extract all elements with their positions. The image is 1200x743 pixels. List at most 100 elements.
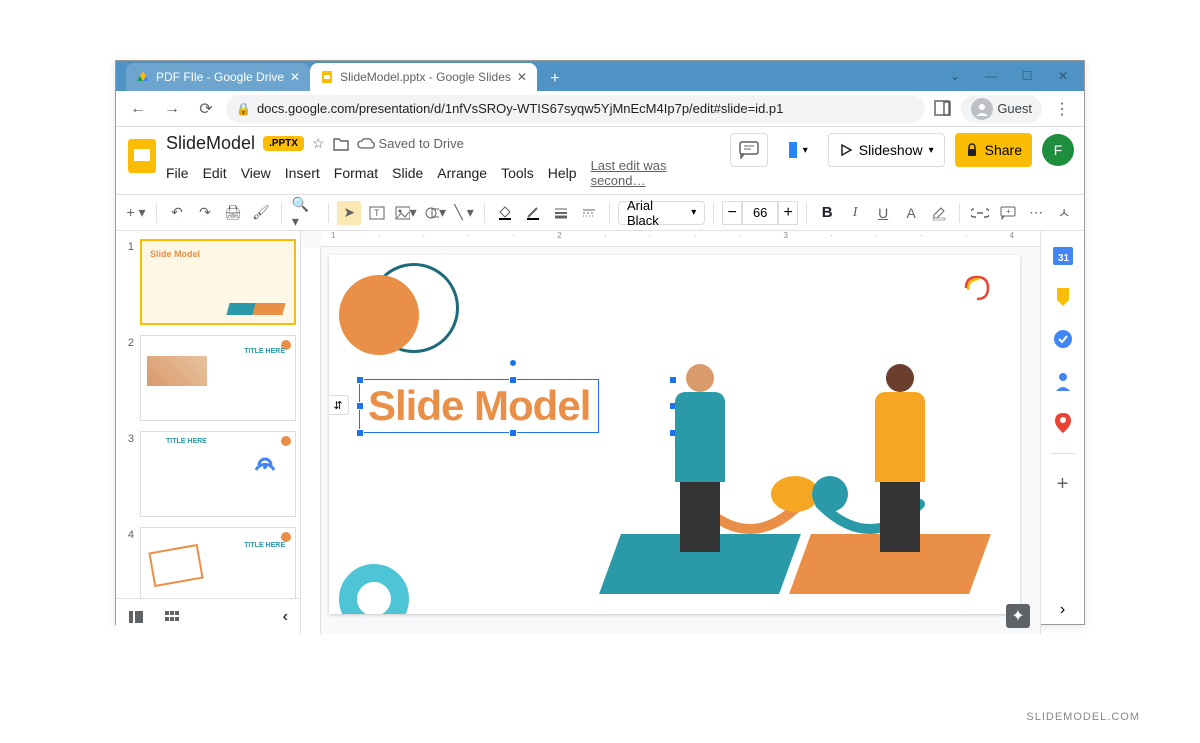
slides-logo[interactable] <box>126 135 158 175</box>
line-tool[interactable]: ╲ ▾ <box>452 201 476 225</box>
maps-icon[interactable] <box>1051 411 1075 435</box>
more-button[interactable]: ⋯ <box>1024 201 1048 225</box>
menu-icon[interactable]: ⋮ <box>1048 95 1076 123</box>
italic-button[interactable]: I <box>843 201 867 225</box>
print-button[interactable]: 🖨 <box>221 201 245 225</box>
menu-format[interactable]: Format <box>334 165 378 181</box>
zoom-button[interactable]: 🔍 ▾ <box>290 201 320 225</box>
close-icon[interactable]: ✕ <box>290 70 300 84</box>
doc-title[interactable]: SlideModel <box>166 133 255 154</box>
menu-arrange[interactable]: Arrange <box>437 165 487 181</box>
border-dash-button[interactable] <box>577 201 601 225</box>
account-avatar[interactable]: F <box>1042 134 1074 166</box>
selection-handle[interactable] <box>356 376 364 384</box>
fill-color-button[interactable] <box>493 201 517 225</box>
hide-menus-button[interactable]: ㅅ <box>1052 201 1076 225</box>
chevron-down-icon[interactable]: ⌄ <box>938 64 972 88</box>
font-size-input[interactable]: 66 <box>742 201 778 225</box>
filmstrip-view-icon[interactable] <box>128 610 144 624</box>
canvas-area[interactable]: 1 · · · · 2 · · · · 3 · · · · 4 · · · · … <box>301 231 1040 634</box>
paint-format-button[interactable]: 🖌 <box>249 201 273 225</box>
menu-tools[interactable]: Tools <box>501 165 534 181</box>
font-size-group: − 66 + <box>722 201 798 225</box>
comments-button[interactable] <box>730 133 768 167</box>
redo-button[interactable]: ↷ <box>193 201 217 225</box>
back-button[interactable]: ← <box>124 95 152 123</box>
title-textbox[interactable]: Slide Model <box>359 379 599 433</box>
slide-canvas[interactable]: Slide Model ⇵ <box>329 255 1020 614</box>
share-button[interactable]: Share <box>955 133 1032 167</box>
undo-button[interactable]: ↶ <box>165 201 189 225</box>
calendar-icon[interactable]: 31 <box>1051 243 1075 267</box>
browser-tab[interactable]: SlideModel.pptx - Google Slides ✕ <box>310 63 537 91</box>
maximize-button[interactable]: ☐ <box>1010 64 1044 88</box>
select-tool[interactable]: ➤ <box>337 201 361 225</box>
menu-edit[interactable]: Edit <box>203 165 227 181</box>
forward-button[interactable]: → <box>158 95 186 123</box>
border-color-button[interactable] <box>521 201 545 225</box>
slide-number: 2 <box>120 335 134 421</box>
filmstrip[interactable]: 1 Slide Model 2 TITLE HERE 3 <box>116 231 301 634</box>
saved-label: Saved to Drive <box>379 136 464 151</box>
slide-thumbnail[interactable]: TITLE HERE <box>140 431 296 517</box>
chevron-right-icon[interactable]: › <box>1051 598 1075 622</box>
menu-bar: File Edit View Insert Format Slide Arran… <box>166 158 722 188</box>
shape-tool[interactable]: ▾ <box>423 201 448 225</box>
font-select[interactable]: Arial Black ▾ <box>618 201 705 225</box>
minimize-button[interactable]: — <box>974 64 1008 88</box>
new-tab-button[interactable]: + <box>543 67 567 91</box>
slideshow-button[interactable]: Slideshow ▾ <box>828 133 945 167</box>
cloud-status[interactable]: Saved to Drive <box>357 136 464 151</box>
reload-button[interactable]: ⟳ <box>192 95 220 123</box>
menu-slide[interactable]: Slide <box>392 165 423 181</box>
toolbar: + ▾ ↶ ↷ 🖨 🖌 🔍 ▾ ➤ T ▾ ▾ ╲ ▾ <box>116 195 1084 231</box>
link-button[interactable] <box>968 201 992 225</box>
star-icon[interactable]: ☆ <box>312 135 325 152</box>
selection-handle[interactable] <box>356 402 364 410</box>
rotation-handle[interactable] <box>509 359 517 367</box>
window-close-button[interactable]: ✕ <box>1046 64 1080 88</box>
text-color-button[interactable]: A <box>899 201 923 225</box>
font-size-increase[interactable]: + <box>778 201 798 225</box>
slide-thumb-row[interactable]: 3 TITLE HERE <box>120 431 296 517</box>
selection-handle[interactable] <box>509 429 517 437</box>
image-tool[interactable]: ▾ <box>393 201 418 225</box>
menu-help[interactable]: Help <box>548 165 577 181</box>
tasks-icon[interactable] <box>1051 327 1075 351</box>
last-edit-link[interactable]: Last edit was second… <box>591 158 722 188</box>
slide-thumb-row[interactable]: 2 TITLE HERE <box>120 335 296 421</box>
profile-button[interactable]: Guest <box>961 95 1042 123</box>
slide-number: 3 <box>120 431 134 517</box>
browser-tab[interactable]: PDF FIle - Google Drive ✕ <box>126 63 310 91</box>
meet-button[interactable]: ▾ <box>778 133 818 167</box>
comment-button[interactable]: + <box>996 201 1020 225</box>
bold-button[interactable]: B <box>815 201 839 225</box>
border-weight-button[interactable] <box>549 201 573 225</box>
menu-insert[interactable]: Insert <box>285 165 320 181</box>
slide-thumb-row[interactable]: 1 Slide Model <box>120 239 296 325</box>
url-field[interactable]: 🔒 docs.google.com/presentation/d/1nfVsSR… <box>226 95 925 123</box>
lock-icon <box>965 143 979 157</box>
chevron-left-icon[interactable]: ‹ <box>283 608 288 626</box>
menu-view[interactable]: View <box>241 165 271 181</box>
selection-handle[interactable] <box>356 429 364 437</box>
keep-icon[interactable] <box>1051 285 1075 309</box>
textbox-tool[interactable]: T <box>365 201 389 225</box>
menu-file[interactable]: File <box>166 165 189 181</box>
slide-thumbnail[interactable]: TITLE HERE <box>140 335 296 421</box>
explore-button[interactable]: ✦ <box>1006 604 1030 628</box>
selection-handle[interactable] <box>509 376 517 384</box>
highlight-button[interactable] <box>927 201 951 225</box>
close-icon[interactable]: ✕ <box>517 70 527 84</box>
move-icon[interactable] <box>333 137 349 151</box>
indent-handle[interactable]: ⇵ <box>329 395 349 415</box>
font-size-decrease[interactable]: − <box>722 201 742 225</box>
new-slide-button[interactable]: + ▾ <box>124 201 148 225</box>
reading-list-icon[interactable] <box>931 97 955 121</box>
underline-button[interactable]: U <box>871 201 895 225</box>
contacts-icon[interactable] <box>1051 369 1075 393</box>
slide-thumbnail[interactable]: Slide Model <box>140 239 296 325</box>
grid-view-icon[interactable] <box>164 610 180 624</box>
filmstrip-footer: ‹ <box>116 598 300 634</box>
add-addon-button[interactable]: + <box>1051 472 1075 496</box>
